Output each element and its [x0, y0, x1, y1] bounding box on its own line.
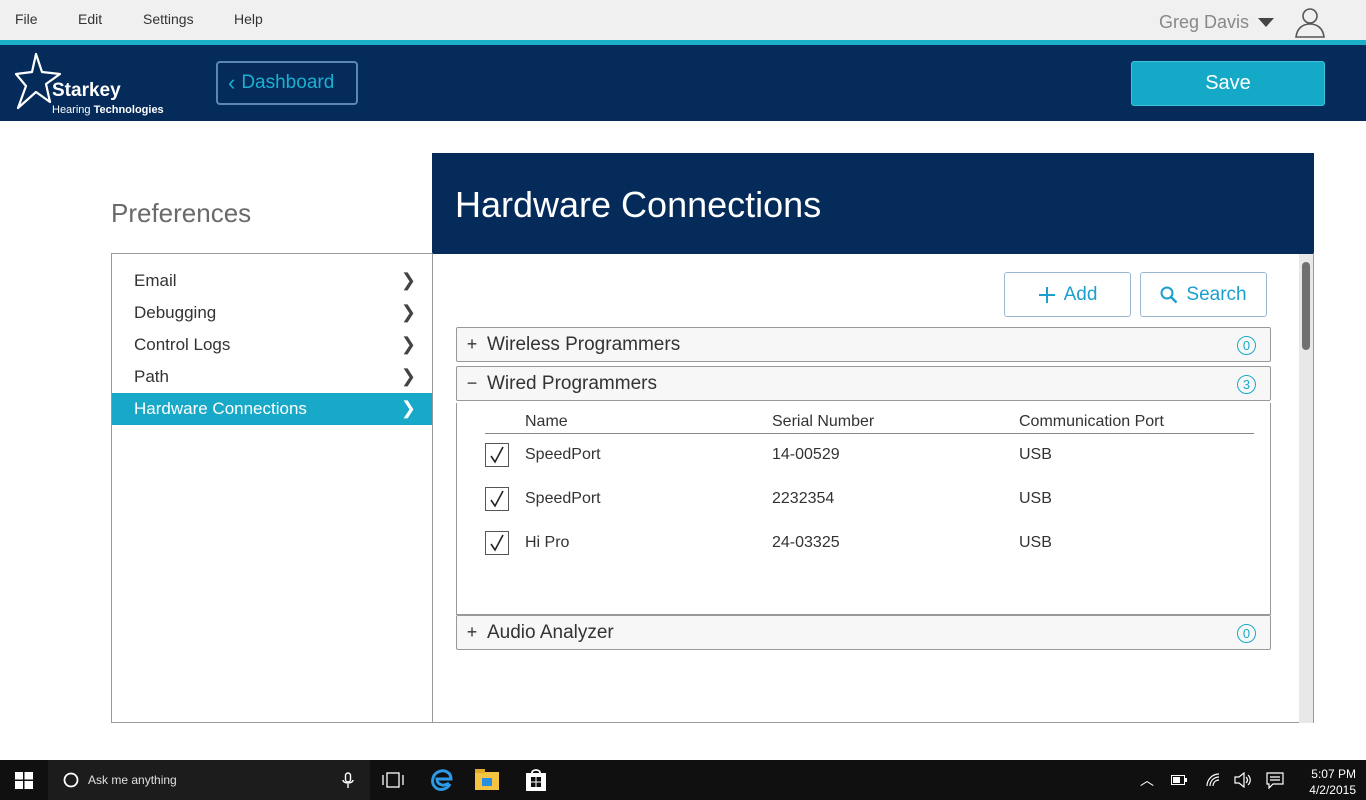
save-button[interactable]: Save	[1131, 61, 1325, 106]
plus-icon	[1038, 286, 1055, 303]
section-label: Wireless Programmers	[487, 333, 681, 355]
action-center-icon[interactable]	[1266, 772, 1284, 789]
checkmark-icon	[490, 490, 504, 508]
chevron-right-icon: ❯	[400, 334, 416, 354]
user-icon[interactable]	[1294, 6, 1326, 38]
checkmark-icon	[490, 534, 504, 552]
pref-item-label: Email	[134, 271, 177, 290]
cell-name: SpeedPort	[525, 446, 601, 463]
section-wired-programmers[interactable]: − Wired Programmers 3	[456, 366, 1271, 401]
dashboard-label: Dashboard	[241, 72, 335, 93]
menu-edit[interactable]: Edit	[78, 11, 102, 27]
add-label: Add	[1063, 283, 1098, 305]
chevron-right-icon: ❯	[400, 302, 416, 322]
row-checkbox[interactable]	[485, 487, 509, 511]
pref-item-control-logs[interactable]: Control Logs ❯	[112, 329, 432, 361]
clock-date: 4/2/2015	[1309, 783, 1356, 797]
taskbar: Ask me anything ︿ 5:07 PM 4/2/2015	[0, 760, 1366, 800]
expand-icon: +	[466, 334, 478, 354]
wifi-icon[interactable]	[1205, 772, 1221, 788]
column-header-serial: Serial Number	[772, 413, 875, 430]
task-view-icon[interactable]	[382, 772, 404, 788]
chevron-right-icon: ❯	[400, 366, 416, 386]
app-header: Starkey Hearing Technologies ‹ Dashboard…	[0, 45, 1366, 121]
section-audio-analyzer[interactable]: + Audio Analyzer 0	[456, 615, 1271, 650]
search-placeholder: Ask me anything	[88, 773, 177, 787]
cell-port: USB	[1019, 490, 1052, 507]
collapse-icon: −	[466, 373, 478, 393]
menu-help[interactable]: Help	[234, 11, 263, 27]
file-explorer-icon[interactable]	[475, 769, 499, 790]
store-icon[interactable]	[525, 768, 547, 792]
pref-item-path[interactable]: Path ❯	[112, 361, 432, 393]
brand-name: Starkey	[52, 80, 121, 101]
cell-name: Hi Pro	[525, 534, 570, 551]
pref-item-label: Path	[134, 367, 169, 386]
table-row: Hi Pro 24-03325 USB	[457, 529, 1257, 559]
table-row: SpeedPort 14-00529 USB	[457, 441, 1257, 471]
header-divider	[485, 433, 1254, 434]
pref-item-email[interactable]: Email ❯	[112, 265, 432, 297]
wired-programmers-table: Name Serial Number Communication Port Sp…	[456, 403, 1271, 615]
row-checkbox[interactable]	[485, 531, 509, 555]
battery-icon[interactable]	[1171, 775, 1187, 785]
pref-item-label: Debugging	[134, 303, 217, 322]
page-title: Hardware Connections	[455, 184, 822, 225]
chevron-up-icon[interactable]: ︿	[1140, 770, 1154, 790]
section-label: Audio Analyzer	[487, 621, 614, 643]
column-header-name: Name	[525, 413, 568, 430]
volume-icon[interactable]	[1234, 772, 1252, 788]
brand-subtitle: Hearing Technologies	[52, 104, 164, 116]
cell-serial: 24-03325	[772, 534, 840, 551]
starkey-logo: Starkey Hearing Technologies	[14, 52, 164, 116]
menu-settings[interactable]: Settings	[143, 11, 194, 27]
edge-browser-icon[interactable]	[429, 767, 453, 793]
microphone-icon[interactable]	[342, 772, 354, 789]
search-label: Search	[1186, 283, 1247, 305]
row-checkbox[interactable]	[485, 443, 509, 467]
chevron-right-icon: ❯	[400, 270, 416, 290]
scrollbar[interactable]	[1299, 254, 1313, 723]
expand-icon: +	[466, 622, 478, 642]
cortana-icon	[63, 772, 79, 788]
menu-bar: File Edit Settings Help Greg Davis	[0, 0, 1366, 40]
count-badge: 0	[1237, 624, 1256, 643]
table-row: SpeedPort 2232354 USB	[457, 485, 1257, 515]
clock-time: 5:07 PM	[1311, 767, 1356, 781]
pref-item-debugging[interactable]: Debugging ❯	[112, 297, 432, 329]
column-header-port: Communication Port	[1019, 413, 1164, 430]
cell-serial: 14-00529	[772, 446, 840, 463]
section-label: Wired Programmers	[487, 372, 657, 394]
pref-item-label: Hardware Connections	[134, 399, 307, 418]
preferences-title: Preferences	[111, 198, 252, 228]
chevron-right-icon: ❯	[400, 398, 416, 418]
preferences-panel: Email ❯ Debugging ❯ Control Logs ❯ Path …	[111, 253, 433, 723]
user-name[interactable]: Greg Davis	[1159, 12, 1249, 33]
pref-item-hardware-connections[interactable]: Hardware Connections ❯	[112, 393, 432, 425]
cell-port: USB	[1019, 446, 1052, 463]
count-badge: 0	[1237, 336, 1256, 355]
cell-serial: 2232354	[772, 490, 835, 507]
taskbar-search[interactable]: Ask me anything	[48, 760, 370, 800]
content-header: Hardware Connections	[432, 153, 1314, 252]
windows-start-icon[interactable]	[15, 772, 33, 789]
section-wireless-programmers[interactable]: + Wireless Programmers 0	[456, 327, 1271, 362]
chevron-left-icon: ‹	[228, 70, 236, 95]
search-icon	[1160, 286, 1178, 303]
content-body: Add Search + Wireless Programmers 0 − Wi…	[432, 252, 1314, 723]
pref-item-label: Control Logs	[134, 335, 231, 354]
dashboard-button[interactable]: ‹ Dashboard	[216, 61, 358, 105]
user-dropdown-caret-icon[interactable]	[1258, 18, 1274, 27]
scrollbar-thumb[interactable]	[1302, 262, 1310, 350]
taskbar-clock[interactable]: 5:07 PM 4/2/2015	[1309, 766, 1356, 798]
search-button[interactable]: Search	[1140, 272, 1267, 317]
count-badge: 3	[1237, 375, 1256, 394]
add-button[interactable]: Add	[1004, 272, 1131, 317]
menu-file[interactable]: File	[15, 11, 38, 27]
cell-name: SpeedPort	[525, 490, 601, 507]
checkmark-icon	[490, 446, 504, 464]
cell-port: USB	[1019, 534, 1052, 551]
